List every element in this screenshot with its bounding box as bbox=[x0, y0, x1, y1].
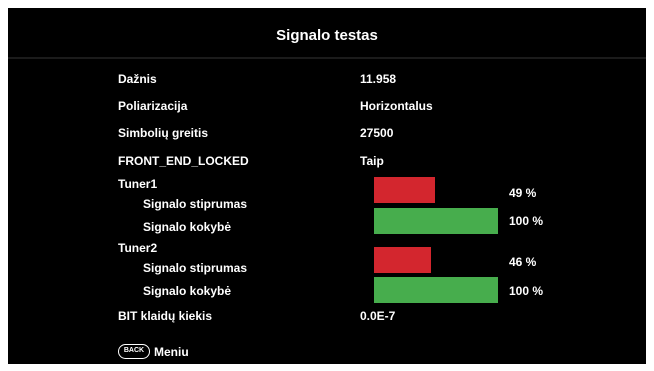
tuner2-strength-bar bbox=[374, 247, 431, 273]
tuner2-quality-percent: 100 % bbox=[509, 284, 544, 298]
symbol-rate-label: Simbolių greitis bbox=[118, 126, 209, 140]
tuner2-quality-bar bbox=[374, 277, 498, 303]
ber-value: 0.0E-7 bbox=[360, 309, 396, 323]
menu-label: Meniu bbox=[154, 345, 189, 359]
front-end-locked-value: Taip bbox=[360, 154, 384, 168]
frequency-label: Dažnis bbox=[118, 72, 157, 86]
tuner1-quality-percent: 100 % bbox=[509, 214, 544, 228]
symbol-rate-value: 27500 bbox=[360, 126, 394, 140]
signal-test-screen: Signalo testas Dažnis 11.958 Poliarizaci… bbox=[8, 8, 646, 364]
title-divider bbox=[8, 57, 646, 59]
tuner1-strength-bar bbox=[374, 177, 435, 203]
ber-label: BIT klaidų kiekis bbox=[118, 309, 213, 323]
tuner1-strength-label: Signalo stiprumas bbox=[143, 197, 248, 211]
tuner1-quality-bar bbox=[374, 208, 498, 234]
frequency-value: 11.958 bbox=[360, 72, 397, 86]
polarization-value: Horizontalus bbox=[360, 99, 433, 113]
tuner1-strength-percent: 49 % bbox=[509, 186, 537, 200]
front-end-locked-label: FRONT_END_LOCKED bbox=[118, 154, 249, 168]
tuner1-quality-label: Signalo kokybė bbox=[143, 220, 232, 234]
page-title: Signalo testas bbox=[276, 27, 378, 44]
tuner2-strength-label: Signalo stiprumas bbox=[143, 261, 248, 275]
tuner2-strength-percent: 46 % bbox=[509, 255, 537, 269]
back-button[interactable]: BACK bbox=[118, 344, 150, 359]
tuner2-label: Tuner2 bbox=[118, 241, 158, 255]
tuner2-quality-label: Signalo kokybė bbox=[143, 284, 232, 298]
polarization-label: Poliarizacija bbox=[118, 99, 188, 113]
tuner1-label: Tuner1 bbox=[118, 177, 158, 191]
